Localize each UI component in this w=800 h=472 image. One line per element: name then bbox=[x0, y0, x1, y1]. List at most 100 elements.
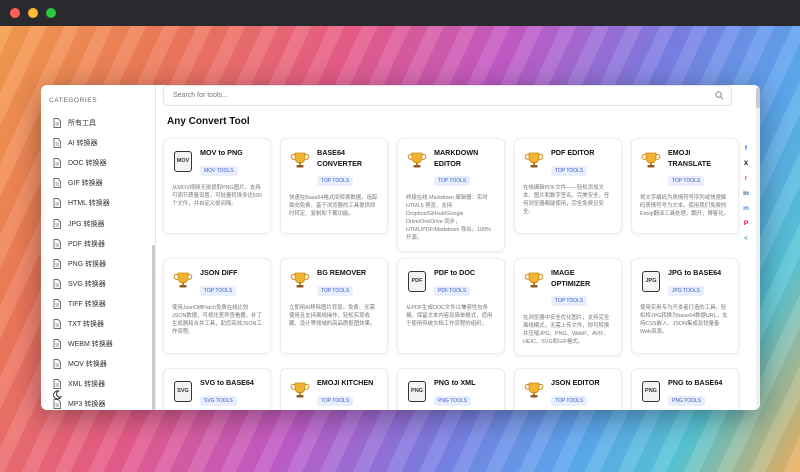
tool-card[interactable]: JSON EDITORTOP TOOLS在线比较和编辑JSON数据，树形 bbox=[514, 368, 622, 410]
category-badge[interactable]: TOP TOOLS bbox=[551, 165, 588, 176]
category-badge[interactable]: TOP TOOLS bbox=[551, 395, 588, 406]
search-icon[interactable] bbox=[715, 91, 724, 100]
sidebar-item-label: 所有工具 bbox=[68, 120, 96, 128]
category-badge[interactable]: TOP TOOLS bbox=[200, 285, 237, 296]
tool-card[interactable]: PDF EDITOR TOP TOOLS 在线编辑PDF文件——轻松添加文本、图片和… bbox=[514, 138, 622, 234]
tool-title: MARKDOWN EDITOR bbox=[434, 148, 479, 168]
category-badge[interactable]: TOP TOOLS bbox=[317, 176, 354, 186]
tool-description: 从PDF生成DOC文件以兼容性包条格。保留文本内容及简单格式，适用于使用传统文档… bbox=[406, 304, 493, 327]
sidebar-item-label: HTML 转换器 bbox=[68, 200, 110, 208]
share-icon[interactable]: < bbox=[740, 235, 752, 247]
trophy-icon bbox=[289, 380, 311, 402]
sidebar-item-label: WEBM 转换器 bbox=[68, 341, 113, 349]
dark-mode-icon[interactable] bbox=[52, 390, 62, 400]
trophy-icon bbox=[289, 270, 311, 292]
pinterest-icon[interactable]: P bbox=[740, 220, 752, 232]
category-sidebar: CATEGORIES 所有工具 AI 转换器 DOC 转换器 GIF 转换器 HTML … bbox=[41, 85, 156, 410]
sidebar-item[interactable]: PNG 转换器 bbox=[49, 254, 155, 274]
document-icon bbox=[52, 178, 61, 189]
tool-card[interactable]: JSON DIFF TOP TOOLS 使用JsonDiffPatch免费在线比较J… bbox=[163, 258, 271, 354]
category-badge[interactable]: TOP TOOLS bbox=[317, 395, 354, 406]
app-window: CATEGORIES 所有工具 AI 转换器 DOC 转换器 GIF 转换器 HTML … bbox=[41, 85, 760, 410]
document-icon bbox=[52, 359, 61, 370]
category-badge[interactable]: PDF TOOLS bbox=[434, 285, 471, 296]
tool-title: SVG to BASE64 bbox=[200, 378, 254, 387]
tool-card[interactable]: IMAGE OPTIMIZER TOP TOOLS 在浏览器中安全优化图片，支持完全… bbox=[514, 258, 622, 356]
sidebar-item[interactable]: AI 转换器 bbox=[49, 133, 155, 153]
page-scrollbar[interactable] bbox=[756, 85, 760, 410]
tool-card[interactable]: JPG JPG to BASE64 JPG TOOLS 使用实用专为开发者打造的工具，… bbox=[631, 258, 739, 354]
category-badge[interactable]: TOP TOOLS bbox=[434, 176, 471, 186]
trophy-icon bbox=[406, 150, 428, 172]
sidebar-item[interactable]: GIF 转换器 bbox=[49, 173, 155, 193]
x-icon[interactable]: X bbox=[740, 160, 752, 172]
sidebar-title: CATEGORIES bbox=[49, 97, 98, 104]
category-badge[interactable]: TOP TOOLS bbox=[668, 176, 705, 186]
sidebar-item-label: XML 转换器 bbox=[68, 381, 106, 389]
sidebar-item[interactable]: TXT 转换器 bbox=[49, 314, 155, 334]
tool-card[interactable]: BASE64 CONVERTER TOP TOOLS 快速在Base64格式间转换数… bbox=[280, 138, 388, 234]
document-icon bbox=[52, 319, 61, 329]
tool-description: 在浏览器中安全优化图片，支持完全离线模式，无需上传文件，即可转换并压缩JPG、P… bbox=[523, 315, 610, 345]
tool-card[interactable]: PNGPNG to BASE64PNG TOOLS将PNG编码为Base64以便… bbox=[631, 368, 739, 410]
document-icon bbox=[52, 238, 61, 249]
sidebar-item[interactable]: WEBM 转换器 bbox=[49, 334, 155, 354]
facebook-icon[interactable]: f bbox=[740, 145, 752, 157]
sidebar-item[interactable]: 所有工具 bbox=[49, 113, 155, 133]
main-content: Search for tools... Any Convert Tool MOV… bbox=[156, 85, 760, 410]
category-badge[interactable]: PNG TOOLS bbox=[668, 395, 705, 406]
tool-card[interactable]: EMOJI TRANSLATE TOP TOOLS 将文字编码为表情符号序列或快速解… bbox=[631, 138, 739, 234]
trophy-icon bbox=[523, 380, 545, 402]
reddit-icon[interactable]: r bbox=[740, 175, 752, 187]
tool-description: 快速在Base64格式间转换数据。追踪面向免费、基于浏览器的工具提供即时转定、复… bbox=[289, 195, 378, 217]
category-badge[interactable]: TOP TOOLS bbox=[317, 285, 354, 296]
tool-card[interactable]: EMOJI KITCHENTOP TOOLS在「Emoji厨房」中以组合任意两种… bbox=[280, 368, 388, 410]
tool-title: PDF to DOC bbox=[434, 268, 476, 277]
sidebar-item[interactable]: JPG 转换器 bbox=[49, 213, 155, 233]
sidebar-item[interactable]: XML 转换器 bbox=[49, 374, 155, 394]
trophy-icon bbox=[289, 150, 311, 172]
category-badge[interactable]: TOP TOOLS bbox=[551, 296, 588, 306]
tool-description: 将文字编码为表情符号序列或快速解码表情符号为文本。使用我们免费的Emoji翻译工… bbox=[640, 195, 729, 217]
file-type-icon: JPG bbox=[640, 270, 662, 292]
sidebar-item-label: MP3 转换器 bbox=[68, 401, 106, 409]
document-icon bbox=[52, 379, 61, 390]
sidebar-item[interactable]: MOV 转换器 bbox=[49, 354, 155, 374]
tool-card[interactable]: MOV MOV to PNG MOV TOOLS 从MOV视频无损提取PNG图片，支持… bbox=[163, 138, 271, 234]
document-icon bbox=[52, 198, 61, 209]
messenger-icon[interactable]: m bbox=[740, 205, 752, 217]
sidebar-item[interactable]: DOC 转换器 bbox=[49, 153, 155, 173]
sidebar-scrollbar[interactable] bbox=[152, 245, 155, 410]
sidebar-item[interactable]: SVG 转换器 bbox=[49, 274, 155, 294]
tool-card[interactable]: PDF PDF to DOC PDF TOOLS 从PDF生成DOC文件以兼容性包条格… bbox=[397, 258, 505, 354]
file-type-icon: MOV bbox=[172, 150, 194, 172]
tool-card[interactable]: BG REMOVER TOP TOOLS 立即用AI移除图片背景。免费、无需使用且支… bbox=[280, 258, 388, 354]
sidebar-item[interactable]: PDF 转换器 bbox=[49, 234, 155, 254]
tool-card[interactable]: PNGPNG to XMLPNG TOOLS将PNG图像转为XML，保留结构和系… bbox=[397, 368, 505, 410]
sidebar-item-label: JPG 转换器 bbox=[68, 220, 105, 228]
linkedin-icon[interactable]: in bbox=[740, 190, 752, 202]
minimize-window-button[interactable] bbox=[28, 8, 38, 18]
category-badge[interactable]: SVG TOOLS bbox=[200, 395, 237, 406]
sidebar-item[interactable]: HTML 转换器 bbox=[49, 193, 155, 213]
browser-titlebar bbox=[0, 0, 800, 26]
tool-card[interactable]: MARKDOWN EDITOR TOP TOOLS 终极在线 Markdown 编辑… bbox=[397, 138, 505, 252]
tool-title: BASE64 CONVERTER bbox=[317, 148, 363, 168]
tool-card[interactable]: SVGSVG to BASE64SVG TOOLS将SVG图形编码为Base64… bbox=[163, 368, 271, 410]
file-type-icon: PNG bbox=[640, 380, 662, 402]
close-window-button[interactable] bbox=[10, 8, 20, 18]
document-icon bbox=[52, 278, 61, 289]
sidebar-item[interactable]: MP3 转换器 bbox=[49, 394, 155, 410]
sidebar-item[interactable]: TIFF 转换器 bbox=[49, 294, 155, 314]
tool-description: 使用JsonDiffPatch免费在线比较JSON数据，可视化差异查看器，补丁生… bbox=[172, 304, 262, 335]
category-badge[interactable]: JPG TOOLS bbox=[668, 285, 704, 296]
tool-title: EMOJI KITCHEN bbox=[317, 378, 374, 387]
category-badge[interactable]: PNG TOOLS bbox=[434, 395, 471, 406]
category-badge[interactable]: MOV TOOLS bbox=[200, 165, 238, 176]
tool-title: JSON DIFF bbox=[200, 268, 238, 277]
maximize-window-button[interactable] bbox=[46, 8, 56, 18]
document-icon bbox=[52, 218, 61, 229]
search-input[interactable]: Search for tools... bbox=[163, 85, 732, 106]
tool-title: BG REMOVER bbox=[317, 268, 367, 277]
document-icon bbox=[52, 138, 61, 149]
